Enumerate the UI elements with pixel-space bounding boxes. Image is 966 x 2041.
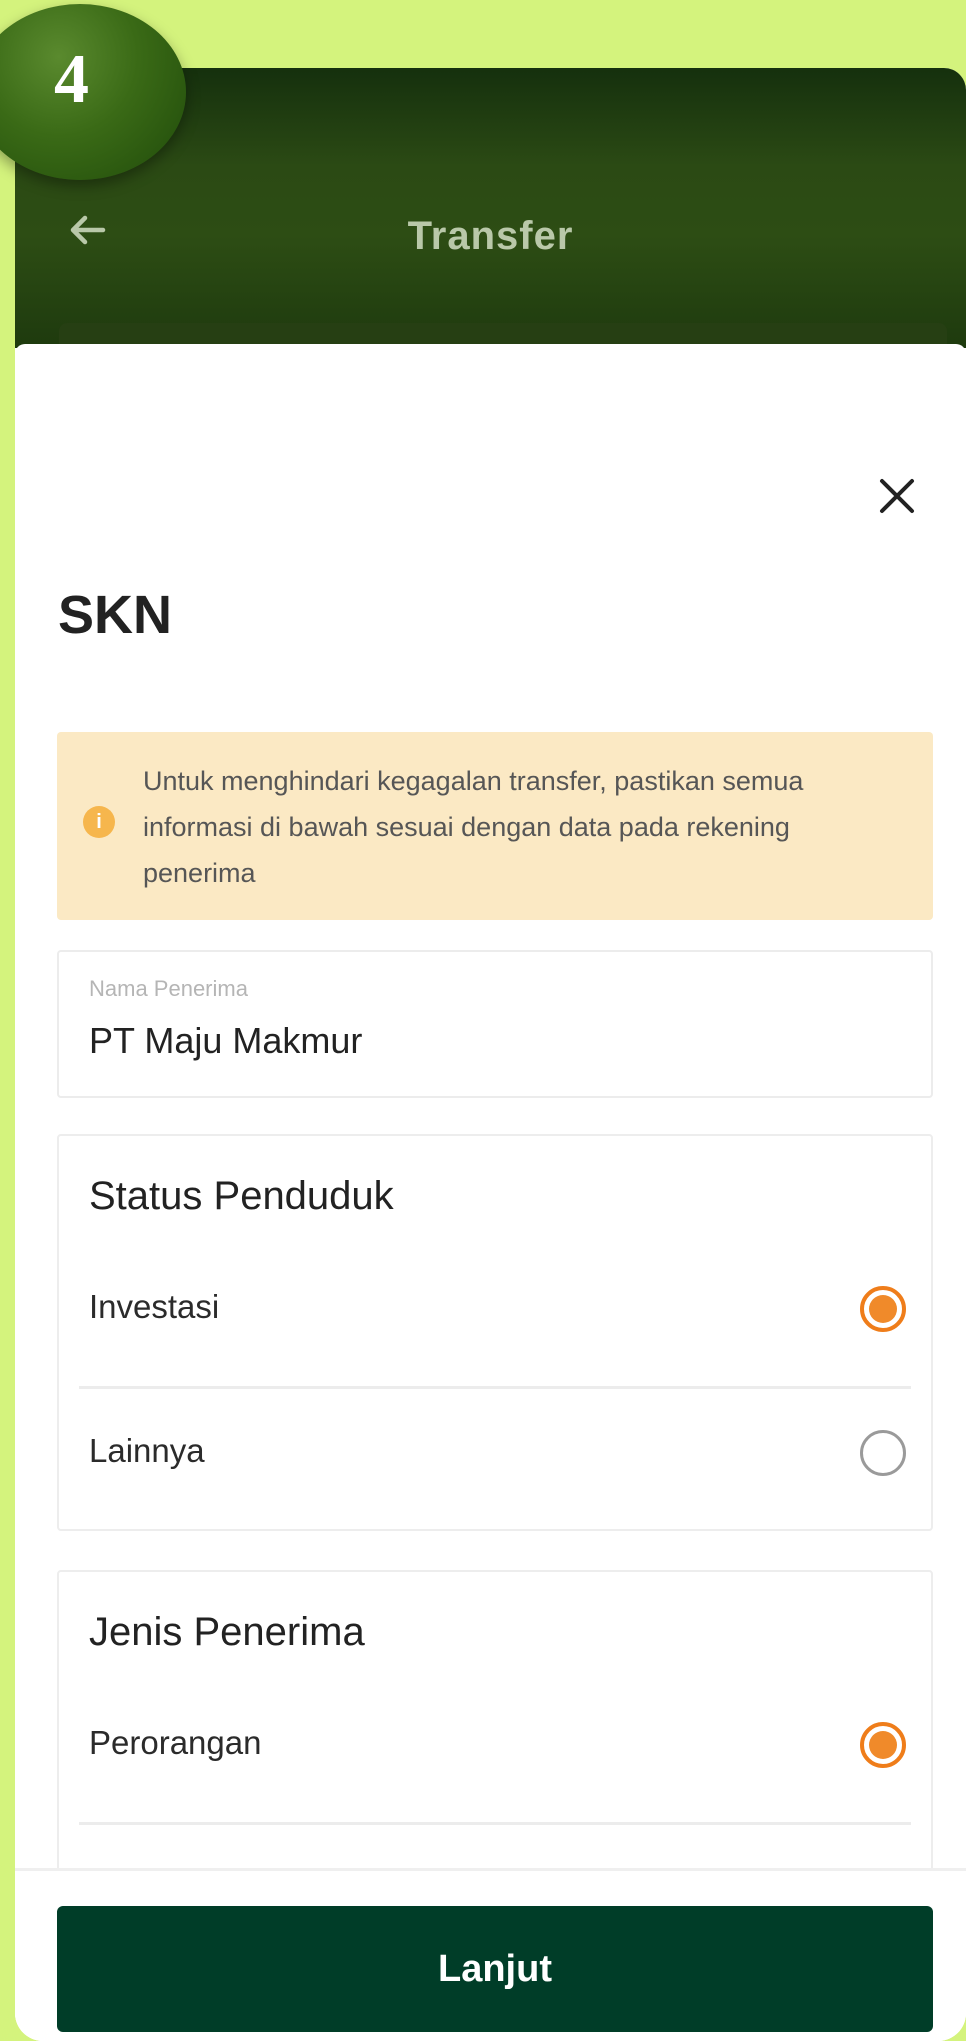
option-lainnya[interactable]: Lainnya: [59, 1388, 931, 1520]
bottom-sheet: SKN i Untuk menghindari kegagalan transf…: [15, 344, 966, 2041]
status-penduduk-title: Status Penduduk: [89, 1174, 394, 1218]
sheet-title: SKN: [58, 585, 173, 645]
step-number: 4: [54, 41, 89, 118]
radio-unselected-icon[interactable]: [860, 1430, 906, 1476]
option-label: Perorangan: [89, 1724, 262, 1761]
option-investasi[interactable]: Investasi: [59, 1244, 931, 1376]
divider: [79, 1822, 911, 1825]
phone-screen: Transfer SKN i Untuk menghindari kegagal…: [15, 68, 966, 2041]
close-icon[interactable]: [870, 469, 924, 523]
option-label: Investasi: [89, 1288, 220, 1325]
status-penduduk-group: Status Penduduk Investasi Lainnya: [57, 1134, 933, 1531]
option-label: Lainnya: [89, 1432, 205, 1469]
header-title: Transfer: [407, 214, 574, 258]
footer-bar: Lanjut: [15, 1868, 966, 2041]
notice-text: Untuk menghindari kegagalan transfer, pa…: [143, 766, 804, 888]
radio-selected-icon[interactable]: [860, 1722, 906, 1768]
info-icon: i: [83, 806, 115, 838]
info-notice: i Untuk menghindari kegagalan transfer, …: [57, 732, 933, 920]
lanjut-button[interactable]: Lanjut: [57, 1906, 933, 2032]
recipient-name-label: Nama Penerima: [89, 976, 248, 1001]
recipient-name-field[interactable]: Nama Penerima: [57, 950, 933, 1098]
option-perorangan[interactable]: Perorangan: [59, 1680, 931, 1812]
radio-selected-icon[interactable]: [860, 1286, 906, 1332]
jenis-penerima-title: Jenis Penerima: [89, 1610, 365, 1654]
recipient-name-input[interactable]: [89, 1020, 889, 1062]
